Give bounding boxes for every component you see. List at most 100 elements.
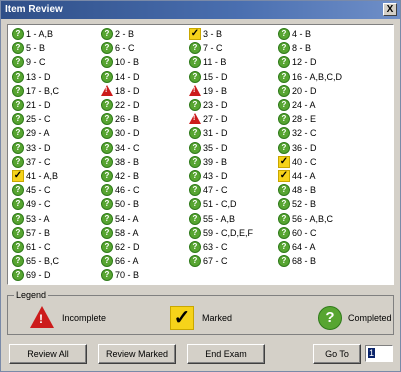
question-circle-icon: ?	[12, 198, 24, 211]
item-label: 34 - C	[115, 142, 140, 153]
item-label: 18 - D	[115, 85, 140, 96]
item-label: 63 - C	[203, 242, 228, 252]
item-label: 53 - A	[26, 213, 50, 224]
question-circle-icon: ?	[12, 70, 24, 83]
item-label: 2 - B	[115, 29, 135, 39]
legend-completed-label: Completed	[348, 313, 392, 323]
question-circle-icon: ?	[278, 241, 290, 253]
item-label: 21 - D	[26, 100, 51, 110]
warning-triangle-icon: !	[189, 84, 201, 97]
item-review-window: Item Review X ? 1 - A,B? 5 - B? 9 - C? 13 - …	[0, 0, 401, 372]
question-circle-icon: ?	[12, 212, 24, 225]
question-circle-icon: ?	[278, 184, 290, 197]
item-label: 7 - C	[203, 43, 223, 54]
question-circle-icon: ?	[101, 141, 113, 154]
question-circle-icon: ?	[12, 255, 24, 268]
question-circle-icon: ?	[278, 56, 290, 69]
item-label: 25 - C	[26, 114, 51, 125]
item-label: 4 - B	[292, 29, 312, 39]
question-circle-icon: ?	[101, 184, 113, 197]
item-label: 62 - D	[115, 242, 140, 252]
question-circle-icon: ?	[278, 113, 290, 126]
question-circle-icon: ?	[189, 155, 201, 168]
item-label: 31 - D	[203, 128, 228, 139]
title-bar[interactable]: Item Review X	[1, 1, 400, 19]
legend-title: Legend	[14, 290, 49, 300]
item-label: 50 - B	[115, 199, 140, 210]
question-circle-icon: ?	[278, 226, 290, 239]
question-circle-icon: ?	[189, 226, 201, 239]
item-label: 6 - C	[115, 43, 135, 54]
question-circle-icon: ?	[101, 170, 113, 182]
review-marked-button[interactable]: Review Marked	[98, 344, 176, 364]
close-button[interactable]: X	[383, 3, 397, 16]
legend-group: Legend ! Incomplete ✓ Marked ? Completed	[7, 290, 394, 335]
item-label: 49 - C	[26, 199, 51, 210]
item-label: 20 - D	[292, 85, 317, 96]
question-circle-icon: ?	[278, 141, 290, 154]
question-circle-icon: ?	[278, 212, 290, 225]
item-label: 8 - B	[292, 43, 312, 54]
question-circle-icon: ?	[101, 56, 113, 69]
question-circle-icon: ?	[101, 99, 113, 111]
item-label: 15 - D	[203, 71, 228, 82]
check-mark-icon: ✓	[170, 306, 194, 330]
item-label: 23 - D	[203, 100, 228, 110]
question-circle-icon: ?	[278, 70, 290, 83]
question-circle-icon: ?	[189, 141, 201, 154]
warning-triangle-icon: !	[189, 113, 201, 125]
item-label: 66 - A	[115, 256, 139, 267]
item-label: 12 - D	[292, 57, 317, 68]
question-circle-icon: ?	[189, 56, 201, 69]
question-circle-icon: ?	[12, 127, 24, 140]
item-label: 58 - A	[115, 227, 139, 238]
item-label: 1 - A,B	[26, 29, 54, 39]
item-label: 19 - B	[203, 85, 228, 96]
question-circle-icon: ?	[12, 84, 24, 97]
go-to-item-input[interactable]: 1	[365, 345, 393, 362]
question-circle-icon: ?	[278, 198, 290, 211]
question-circle-icon: ?	[12, 184, 24, 197]
question-circle-icon: ?	[12, 141, 24, 154]
question-circle-icon: ?	[318, 306, 342, 330]
item-label: 68 - B	[292, 256, 317, 267]
item-label: 26 - B	[115, 114, 140, 125]
question-circle-icon: ?	[278, 28, 290, 40]
question-circle-icon: ?	[278, 42, 290, 55]
item-label: 38 - B	[115, 156, 140, 167]
question-circle-icon: ?	[189, 198, 201, 211]
item-label: 57 - B	[26, 227, 51, 238]
check-mark-icon: ✓	[12, 170, 24, 182]
go-to-item-value: 1	[368, 348, 376, 358]
item-label: 3 - B	[203, 29, 223, 39]
item-label: 11 - B	[203, 57, 227, 68]
legend-marked-label: Marked	[202, 313, 233, 323]
warning-triangle-icon: !	[30, 306, 54, 328]
item-label: 67 - C	[203, 256, 228, 267]
end-exam-button[interactable]: End Exam	[187, 344, 265, 364]
question-circle-icon: ?	[12, 241, 24, 253]
question-circle-icon: ?	[12, 56, 24, 69]
question-circle-icon: ?	[189, 70, 201, 83]
question-circle-icon: ?	[278, 255, 290, 268]
question-circle-icon: ?	[101, 255, 113, 268]
question-circle-icon: ?	[12, 155, 24, 168]
item-label: 17 - B,C	[26, 85, 60, 96]
question-circle-icon: ?	[12, 269, 24, 282]
question-circle-icon: ?	[12, 226, 24, 239]
item-label: 51 - C,D	[203, 199, 237, 210]
item-label: 10 - B	[115, 57, 140, 68]
question-circle-icon: ?	[101, 42, 113, 55]
review-all-button[interactable]: Review All	[9, 344, 87, 364]
legend-incomplete-label: Incomplete	[62, 313, 107, 323]
question-circle-icon: ?	[278, 84, 290, 97]
check-mark-icon: ✓	[278, 155, 290, 168]
question-circle-icon: ?	[12, 99, 24, 111]
item-label: 42 - B	[115, 171, 140, 181]
question-circle-icon: ?	[12, 42, 24, 55]
go-to-button[interactable]: Go To	[313, 344, 361, 364]
item-label: 39 - B	[203, 156, 228, 167]
question-circle-icon: ?	[101, 198, 113, 211]
question-circle-icon: ?	[101, 70, 113, 83]
question-circle-icon: ?	[189, 170, 201, 182]
